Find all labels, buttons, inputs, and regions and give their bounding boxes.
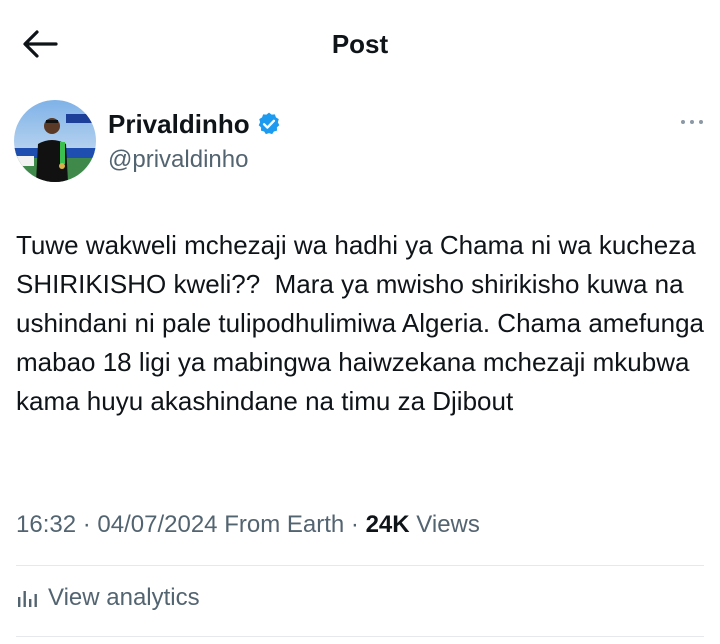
divider (16, 565, 704, 566)
bar-chart-icon (18, 591, 37, 607)
view-analytics-button[interactable]: View analytics (16, 580, 200, 616)
post-date[interactable]: 04/07/2024 (97, 511, 217, 538)
post-time[interactable]: 16:32 (16, 511, 76, 538)
post-text: Tuwe wakweli mchezaji wa hadhi ya Chama … (16, 230, 712, 416)
verified-badge-icon (258, 112, 279, 135)
views-count: 24K (365, 511, 410, 538)
top-bar: Post (0, 0, 720, 88)
post-source: From Earth (224, 511, 345, 538)
views-label: Views (416, 511, 480, 538)
meta-separator-2: · (350, 511, 359, 538)
post-page: Post Privaldinho @privaldinho Tuwe wakwe… (0, 0, 720, 644)
divider-bottom (16, 636, 704, 637)
meta-separator: · (82, 511, 91, 538)
author-name[interactable]: Privaldinho (108, 108, 282, 140)
page-title: Post (331, 29, 389, 59)
post-meta: 16:32 · 04/07/2024 From Earth · 24K View… (16, 510, 480, 540)
avatar[interactable] (14, 100, 96, 182)
author-handle[interactable]: @privaldinho (108, 145, 248, 175)
more-options-button[interactable] (676, 110, 708, 134)
avatar-image (14, 100, 96, 182)
author-name-text: Privaldinho (108, 109, 250, 139)
view-analytics-label: View analytics (48, 584, 200, 611)
more-dots-icon (681, 120, 703, 124)
